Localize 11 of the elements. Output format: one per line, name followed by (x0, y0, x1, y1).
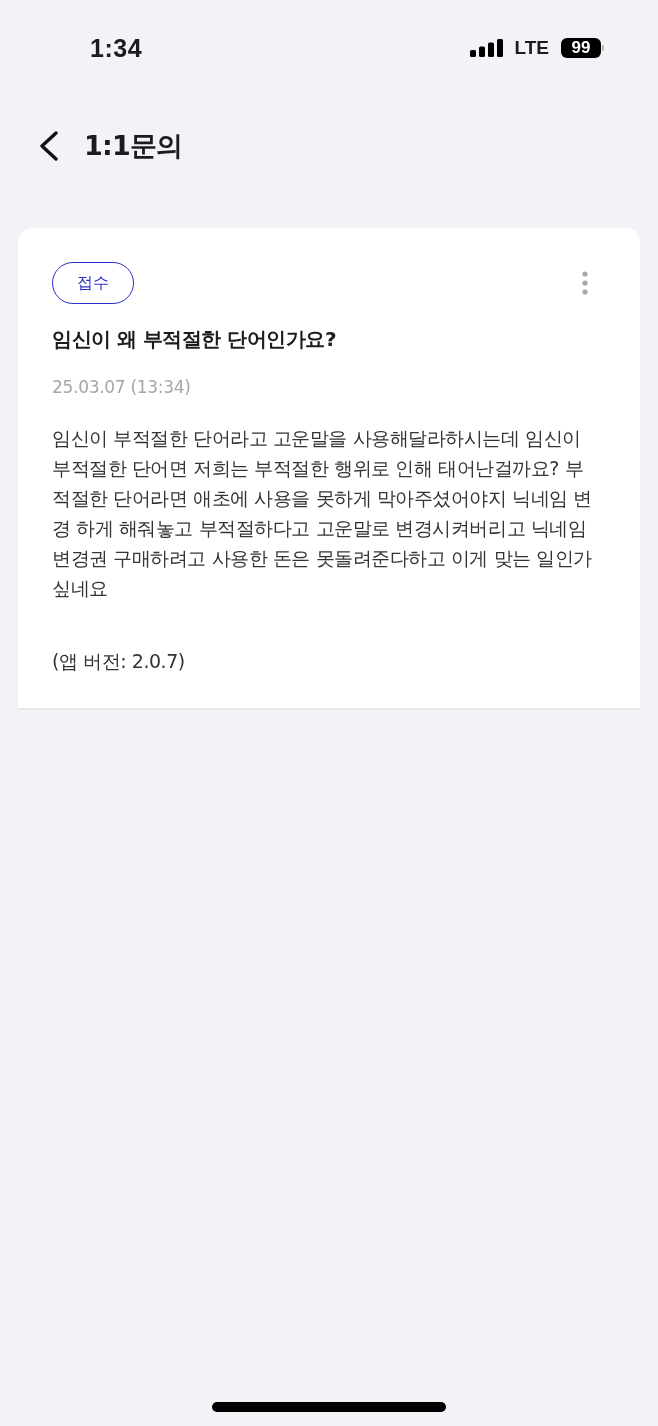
status-badge: 접수 (52, 262, 134, 304)
network-label: LTE (514, 37, 549, 59)
battery-level: 99 (561, 38, 601, 58)
app-version: (앱 버전: 2.0.7) (52, 649, 186, 674)
back-icon[interactable] (38, 131, 60, 161)
signal-icon (469, 39, 503, 57)
inquiry-date: 25.03.07 (13:34) (52, 377, 192, 397)
status-time: 1:34 (90, 33, 143, 63)
inquiry-title: 임신이 왜 부적절한 단어인가요? (52, 326, 337, 353)
inquiry-body: 임신이 부적절한 단어라고 고운말을 사용해달라하시는데 임신이 부적절한 단어면 저희는 부적절한 행위로 인해 태어난걸까요? 부적절한 단어라면 애초에 사용을 못하게 막아주셨어야지 닉네임 변경 하게 해줘놓고 부적절하다고 고운말로 변경시켜버리고 닉네임 변경권 구매하려고 사용한 돈은 못돌려준다하고 이게 맞는 일인가 싶네요 (52, 426, 592, 601)
page-title: 1:1문의 (84, 129, 183, 163)
